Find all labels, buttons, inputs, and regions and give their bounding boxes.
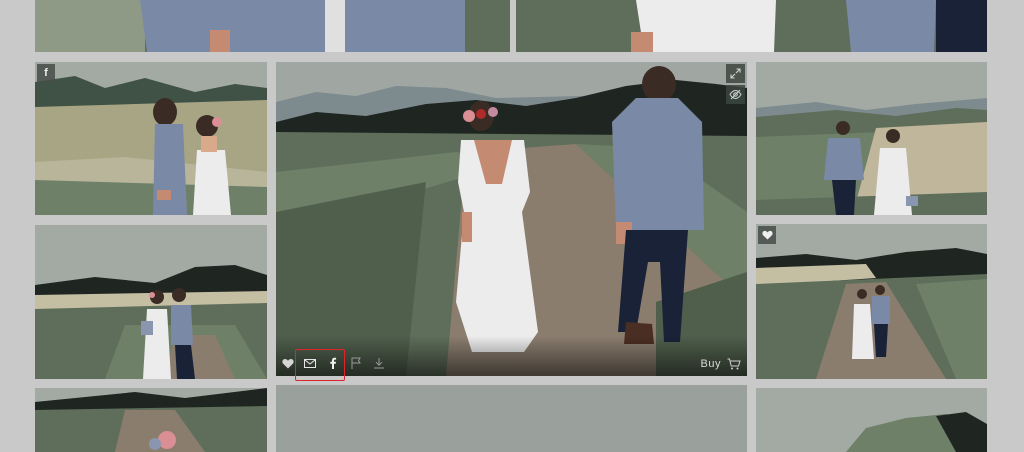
eye-off-icon — [729, 89, 742, 100]
photo-tile-right-2[interactable] — [756, 224, 987, 379]
heart-icon — [761, 230, 773, 240]
photo-tile-left-2[interactable] — [35, 225, 267, 379]
expand-button[interactable] — [726, 64, 745, 83]
buy-label: Buy — [700, 358, 721, 370]
photo-scene — [35, 0, 510, 52]
favorite-badge[interactable] — [758, 226, 776, 244]
hide-button[interactable] — [726, 85, 745, 104]
photo-tile-top-left[interactable] — [35, 0, 510, 52]
download-button[interactable] — [371, 355, 387, 371]
buy-button[interactable]: Buy — [701, 358, 741, 370]
photo-scene — [276, 385, 747, 452]
photo-scene — [35, 62, 267, 215]
photo-scene — [35, 388, 267, 452]
flag-icon — [351, 357, 361, 369]
facebook-badge-letter: f — [44, 67, 48, 79]
photo-action-bar: Buy — [276, 336, 747, 376]
photo-tile-left-1[interactable]: f — [35, 62, 267, 215]
photo-tile-right-3[interactable] — [756, 388, 987, 452]
photo-scene — [756, 224, 987, 379]
photo-tile-left-3[interactable] — [35, 388, 267, 452]
download-icon — [374, 358, 384, 369]
photo-scene — [516, 0, 987, 52]
photo-tile-right-1[interactable] — [756, 62, 987, 215]
favorite-button[interactable] — [280, 355, 296, 371]
featured-photo[interactable]: Buy — [276, 62, 747, 376]
heart-icon — [282, 358, 294, 368]
photo-tile-center-bottom[interactable] — [276, 385, 747, 452]
photo-scene — [756, 62, 987, 215]
photo-tile-top-right[interactable] — [516, 0, 987, 52]
photo-scene — [276, 62, 747, 376]
photo-scene — [35, 225, 267, 379]
expand-icon — [730, 68, 741, 79]
cart-icon — [727, 358, 741, 370]
share-buttons-highlight — [295, 349, 345, 381]
facebook-badge-icon[interactable]: f — [37, 64, 55, 82]
photo-scene — [756, 388, 987, 452]
report-button[interactable] — [348, 355, 364, 371]
